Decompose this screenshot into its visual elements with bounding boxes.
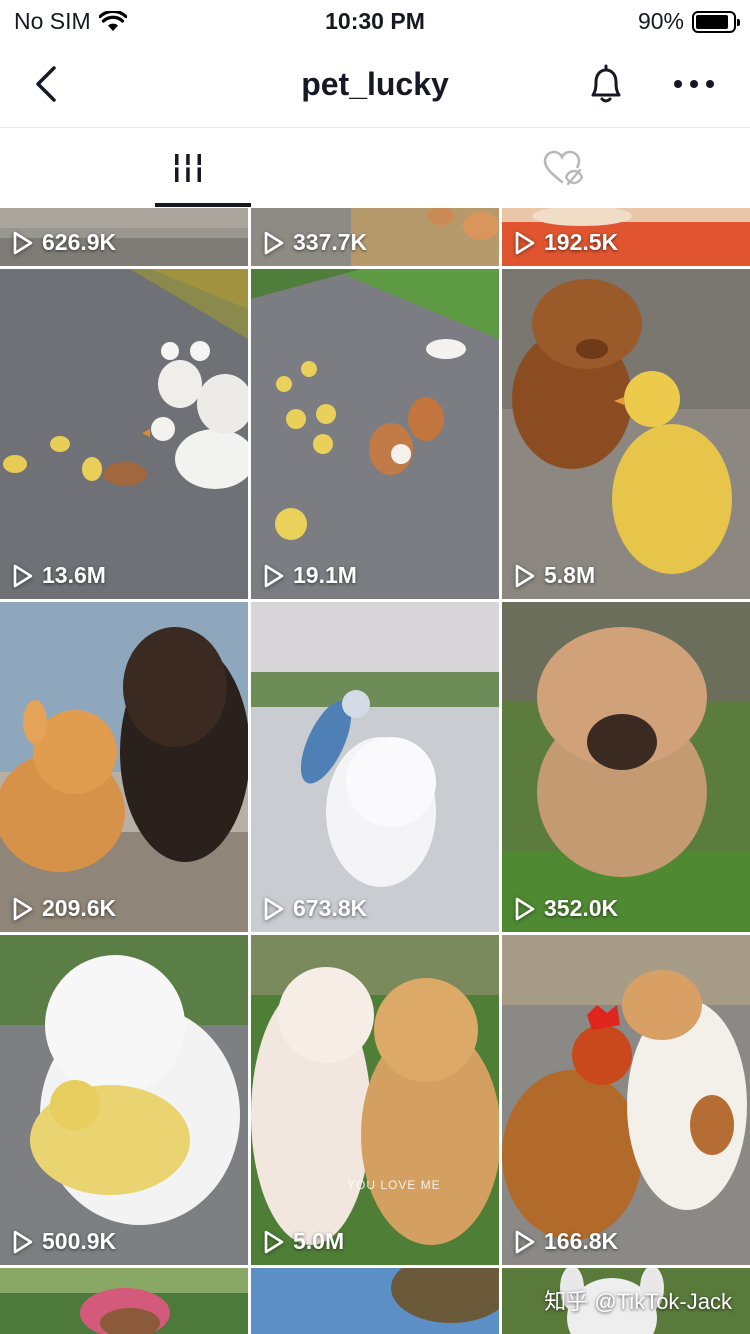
white-puppy-duckling-image (0, 935, 248, 1265)
view-count-label: 192.5K (544, 229, 619, 255)
play-outline-icon (13, 231, 33, 254)
parakeet-white-puppy-image (251, 602, 499, 932)
notification-bell-button[interactable] (584, 62, 628, 106)
view-count: 337.7K (263, 229, 367, 256)
heart-hidden-icon (543, 150, 583, 186)
view-count: 192.5K (514, 229, 618, 256)
play-outline-icon (264, 897, 284, 920)
view-count: 626.9K (12, 229, 116, 256)
battery-fill (696, 14, 729, 29)
view-count-label: 673.8K (293, 895, 368, 921)
status-right: 90% (637, 8, 740, 35)
view-count-label: 209.6K (42, 895, 117, 921)
view-count-label: 352.0K (544, 895, 619, 921)
view-count-label: 5.8M (544, 562, 596, 588)
profile-username: pet_lucky (301, 66, 449, 102)
video-thumbnail[interactable]: 352.0K (502, 602, 750, 932)
video-caption: YOU LOVE ME (347, 1178, 441, 1192)
view-count-label: 5.0M (293, 1228, 345, 1254)
view-count: 5.0M (263, 1228, 344, 1255)
play-outline-icon (515, 231, 535, 254)
video-thumbnail[interactable]: 19.1M (251, 269, 499, 599)
view-count-label: 500.9K (42, 1228, 117, 1254)
kissing-puppies-image (251, 935, 499, 1265)
play-outline-icon (264, 1230, 284, 1253)
video-thumbnail[interactable]: 500.9K (0, 935, 248, 1265)
view-count-label: 337.7K (293, 229, 368, 255)
video-thumbnail[interactable]: 5.8M (502, 269, 750, 599)
battery-percent: 90% (637, 8, 684, 34)
view-count: 13.6M (12, 562, 106, 589)
bell-icon (591, 64, 621, 103)
play-outline-icon (264, 231, 284, 254)
profile-navbar: pet_lucky (0, 40, 750, 128)
video-thumbnail[interactable]: YOU LOVE ME 5.0M (251, 935, 499, 1265)
play-outline-icon (13, 564, 33, 587)
view-count: 500.9K (12, 1228, 116, 1255)
video-grid: 626.9K 337.7K 192.5K 13.6M 19.1M 5.8M 20… (0, 208, 750, 1334)
view-count: 166.8K (514, 1228, 618, 1255)
status-bar: No SIM 10:30 PM 90% (0, 0, 750, 40)
more-options-button[interactable] (668, 62, 720, 106)
video-thumbnail[interactable] (251, 1268, 499, 1334)
hen-puppy-image (502, 935, 750, 1265)
play-outline-icon (13, 1230, 33, 1253)
play-outline-icon (13, 897, 33, 920)
bunny-black-puppy-image (0, 602, 248, 932)
puppy-duckling-image (502, 269, 750, 599)
video-thumbnail[interactable] (0, 1268, 248, 1334)
view-count: 352.0K (514, 895, 618, 922)
tab-active-indicator (155, 203, 251, 207)
tab-liked[interactable] (375, 129, 750, 207)
more-horizontal-icon (674, 80, 714, 88)
view-count-label: 13.6M (42, 562, 106, 588)
sleepy-puppy-grass-image (502, 602, 750, 932)
view-count: 673.8K (263, 895, 367, 922)
video-thumbnail[interactable]: 626.9K (0, 208, 248, 266)
view-count: 5.8M (514, 562, 595, 589)
battery-icon (692, 10, 740, 33)
puppies-ducklings-road-image (251, 269, 499, 599)
video-thumbnail[interactable]: 673.8K (251, 602, 499, 932)
tab-videos[interactable] (0, 129, 375, 207)
play-outline-icon (515, 897, 535, 920)
view-count: 19.1M (263, 562, 357, 589)
grid-bars-icon (171, 154, 204, 182)
view-count-label: 166.8K (544, 1228, 619, 1254)
view-count: 209.6K (12, 895, 116, 922)
video-thumbnail[interactable]: 192.5K (502, 208, 750, 266)
profile-tabs (0, 129, 750, 207)
sky-tree-image (251, 1268, 499, 1334)
view-count-label: 626.9K (42, 229, 117, 255)
play-outline-icon (264, 564, 284, 587)
watermark-text: 知乎 @TikTok-Jack (544, 1289, 732, 1314)
geese-ducklings-image (0, 269, 248, 599)
view-count-label: 19.1M (293, 562, 357, 588)
play-outline-icon (515, 564, 535, 587)
video-thumbnail[interactable]: 13.6M (0, 269, 248, 599)
video-thumbnail[interactable]: 166.8K (502, 935, 750, 1265)
video-thumbnail[interactable]: 337.7K (251, 208, 499, 266)
play-outline-icon (515, 1230, 535, 1253)
video-thumbnail[interactable]: 209.6K (0, 602, 248, 932)
pink-flower-image (0, 1268, 248, 1334)
